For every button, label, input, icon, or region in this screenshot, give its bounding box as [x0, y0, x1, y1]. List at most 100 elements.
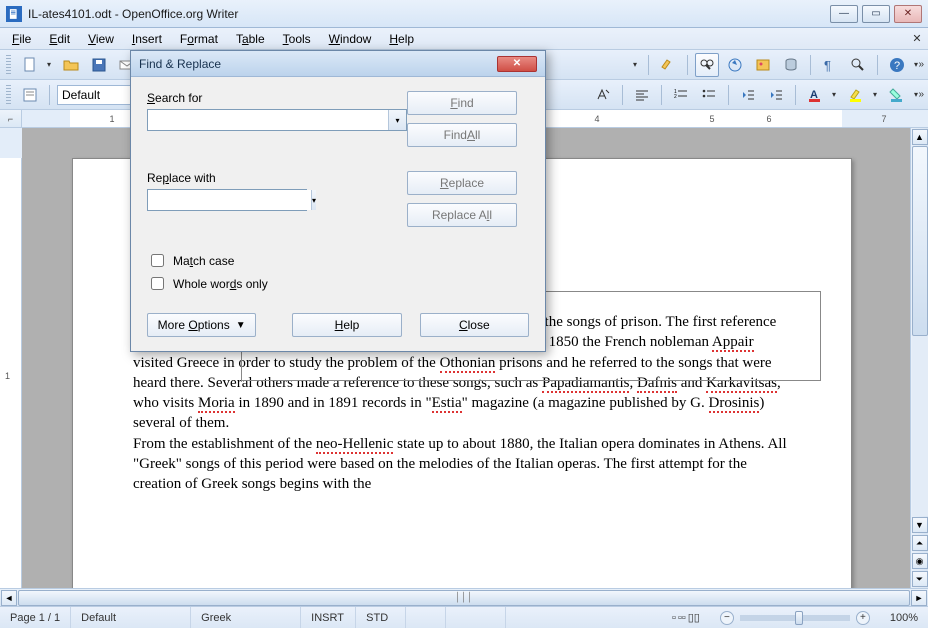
- status-selection-mode[interactable]: STD: [356, 607, 406, 628]
- window-close-button[interactable]: ✕: [894, 5, 922, 23]
- window-title: IL-ates4101.odt - OpenOffice.org Writer: [28, 7, 830, 21]
- search-for-input[interactable]: [148, 110, 388, 130]
- replace-with-combo[interactable]: ▾: [147, 189, 307, 211]
- vertical-scrollbar[interactable]: ▲ ▼ ⏶ ◉ ⏷: [910, 128, 928, 588]
- bullet-list-icon[interactable]: [697, 83, 721, 107]
- gallery-icon[interactable]: [751, 53, 775, 77]
- scroll-right-button[interactable]: ►: [911, 590, 927, 606]
- status-style[interactable]: Default: [71, 607, 191, 628]
- increase-indent-icon[interactable]: [764, 83, 788, 107]
- status-zoom[interactable]: 100%: [880, 607, 928, 628]
- replace-with-label: Replace with: [147, 171, 407, 185]
- styles-window-icon[interactable]: [18, 83, 42, 107]
- match-case-checkbox[interactable]: Match case: [147, 251, 529, 270]
- scroll-down-button[interactable]: ▼: [912, 517, 928, 533]
- dialog-title: Find & Replace: [139, 57, 221, 71]
- nonprinting-chars-icon[interactable]: ¶: [818, 53, 842, 77]
- zoom-in-button[interactable]: +: [856, 611, 870, 625]
- search-for-combo[interactable]: ▾: [147, 109, 407, 131]
- dialog-titlebar[interactable]: Find & Replace ✕: [131, 51, 545, 77]
- help-button[interactable]: Help: [292, 313, 401, 337]
- document-paragraph: From the establishment of the neo-Hellen…: [133, 434, 791, 495]
- prev-page-button[interactable]: ⏶: [912, 535, 928, 551]
- toolbar-overflow-icon[interactable]: »: [918, 89, 924, 100]
- maximize-button[interactable]: ▭: [862, 5, 890, 23]
- menu-view[interactable]: View: [80, 30, 122, 48]
- search-for-dropdown[interactable]: ▾: [388, 110, 406, 130]
- open-icon[interactable]: [59, 53, 83, 77]
- replace-with-input[interactable]: [148, 190, 311, 210]
- view-multi-page-icon[interactable]: ▫▫: [678, 612, 686, 624]
- zoom-icon[interactable]: [846, 53, 870, 77]
- status-signature[interactable]: [446, 607, 506, 628]
- more-options-button[interactable]: More Options▼: [147, 313, 256, 337]
- ruler-vertical[interactable]: 1: [0, 128, 22, 588]
- toolbar-handle[interactable]: [6, 55, 11, 75]
- minimize-button[interactable]: —: [830, 5, 858, 23]
- scroll-thumb[interactable]: [912, 146, 928, 336]
- align-left-icon[interactable]: [630, 83, 654, 107]
- zoom-slider-knob[interactable]: [795, 611, 803, 625]
- paragraph-style-value: Default: [62, 88, 100, 102]
- find-replace-icon[interactable]: [695, 53, 719, 77]
- dialog-close-button[interactable]: ✕: [497, 56, 537, 72]
- next-page-button[interactable]: ⏷: [912, 571, 928, 587]
- status-insert-mode[interactable]: INSRT: [301, 607, 356, 628]
- apply-style-icon[interactable]: [591, 83, 615, 107]
- save-icon[interactable]: [87, 53, 111, 77]
- table-dropdown[interactable]: ▾: [632, 60, 641, 69]
- replace-button[interactable]: Replace: [407, 171, 517, 195]
- menu-window[interactable]: Window: [321, 30, 380, 48]
- menu-insert[interactable]: Insert: [124, 30, 170, 48]
- find-button[interactable]: Find: [407, 91, 517, 115]
- scroll-left-button[interactable]: ◄: [1, 590, 17, 606]
- new-doc-icon[interactable]: [18, 53, 42, 77]
- decrease-indent-icon[interactable]: [736, 83, 760, 107]
- replace-with-dropdown[interactable]: ▾: [311, 190, 316, 210]
- match-case-input[interactable]: [151, 254, 164, 267]
- navigator-icon[interactable]: [723, 53, 747, 77]
- font-color-dropdown[interactable]: ▾: [831, 90, 840, 99]
- scroll-track[interactable]: [912, 146, 928, 516]
- find-all-button[interactable]: Find All: [407, 123, 517, 147]
- font-color-icon[interactable]: A: [803, 83, 827, 107]
- toolbar-overflow-icon[interactable]: »: [918, 59, 924, 70]
- styles-icon[interactable]: [656, 53, 680, 77]
- status-modified: [406, 607, 446, 628]
- status-language[interactable]: Greek: [191, 607, 301, 628]
- menu-format[interactable]: Format: [172, 30, 226, 48]
- zoom-out-button[interactable]: −: [720, 611, 734, 625]
- toolbar-handle[interactable]: [6, 85, 11, 105]
- close-button[interactable]: Close: [420, 313, 529, 337]
- app-icon: [6, 6, 22, 22]
- help-icon[interactable]: ?: [885, 53, 909, 77]
- menu-tools[interactable]: Tools: [275, 30, 319, 48]
- svg-text:?: ?: [894, 60, 900, 72]
- replace-all-button[interactable]: Replace All: [407, 203, 517, 227]
- ruler-corner: ⌐: [0, 110, 22, 128]
- svg-text:¶: ¶: [824, 58, 831, 73]
- nav-object-button[interactable]: ◉: [912, 553, 928, 569]
- view-single-page-icon[interactable]: ▫: [672, 612, 676, 624]
- whole-words-input[interactable]: [151, 277, 164, 290]
- zoom-slider[interactable]: [740, 615, 850, 621]
- new-doc-dropdown[interactable]: ▾: [46, 60, 55, 69]
- menu-help[interactable]: Help: [381, 30, 422, 48]
- highlight-icon[interactable]: [844, 83, 868, 107]
- split-handle[interactable]: ׀׀׀: [450, 590, 478, 606]
- scroll-track-h[interactable]: ׀׀׀: [18, 590, 910, 606]
- scroll-up-button[interactable]: ▲: [912, 129, 928, 145]
- menu-edit[interactable]: Edit: [41, 30, 78, 48]
- highlight-dropdown[interactable]: ▾: [872, 90, 881, 99]
- view-book-icon[interactable]: ▯▯: [688, 611, 700, 624]
- bg-color-icon[interactable]: [885, 83, 909, 107]
- datasources-icon[interactable]: [779, 53, 803, 77]
- menu-table[interactable]: Table: [228, 30, 273, 48]
- horizontal-scrollbar[interactable]: ◄ ׀׀׀ ►: [0, 588, 928, 606]
- search-for-label: Search for: [147, 91, 407, 105]
- whole-words-checkbox[interactable]: Whole words only: [147, 274, 529, 293]
- status-page[interactable]: Page 1 / 1: [0, 607, 71, 628]
- numbered-list-icon[interactable]: 12: [669, 83, 693, 107]
- menu-file[interactable]: File: [4, 30, 39, 48]
- document-close-icon[interactable]: ✕: [910, 31, 924, 45]
